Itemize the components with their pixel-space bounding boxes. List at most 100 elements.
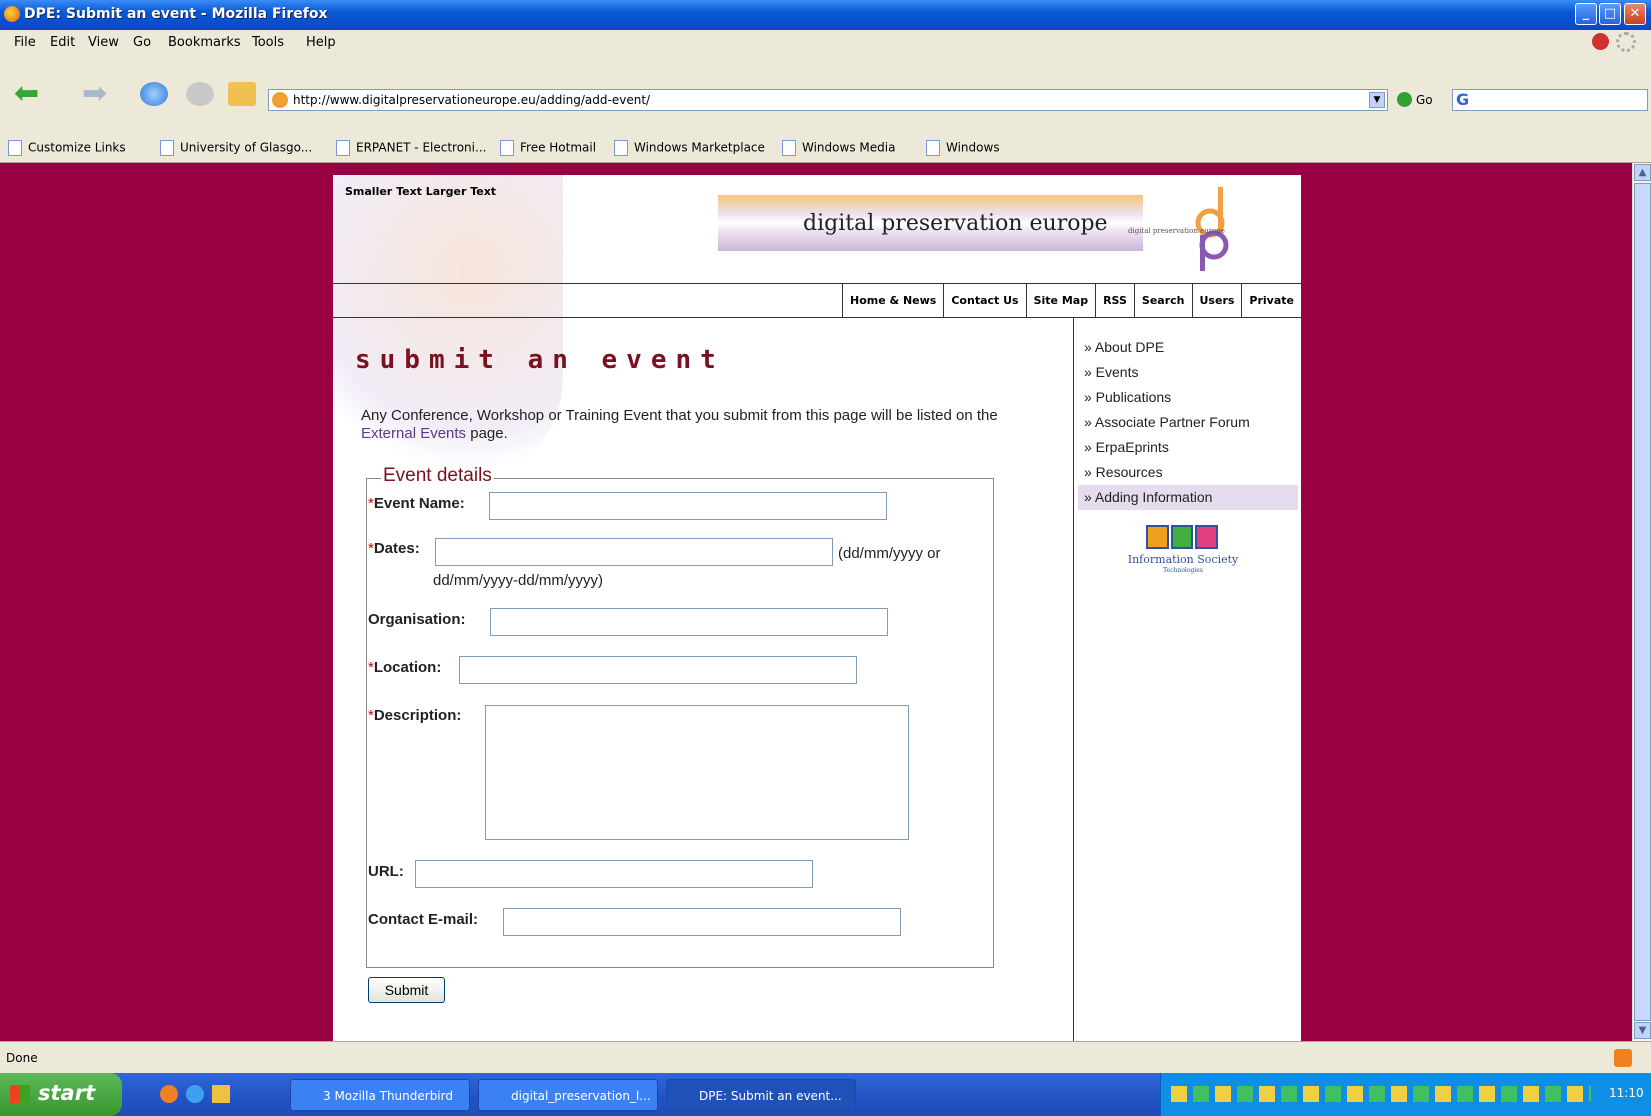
go-icon[interactable] bbox=[1397, 92, 1412, 107]
menu-tools[interactable]: Tools bbox=[252, 35, 284, 50]
page-icon bbox=[160, 140, 174, 156]
nav-users[interactable]: Users bbox=[1191, 284, 1242, 317]
dropdown-icon[interactable]: ▼ bbox=[1369, 92, 1385, 108]
reload-icon[interactable] bbox=[140, 82, 168, 106]
nav-home-news[interactable]: Home & News bbox=[842, 284, 943, 317]
start-button[interactable]: start bbox=[0, 1073, 122, 1116]
home-icon[interactable] bbox=[228, 82, 256, 106]
forward-icon[interactable]: ➡ bbox=[82, 79, 110, 109]
close-button[interactable]: ✕ bbox=[1624, 3, 1646, 25]
menu-go[interactable]: Go bbox=[133, 35, 151, 50]
bookmark-item[interactable]: ERPANET - Electroni... bbox=[336, 140, 486, 156]
bookmark-item[interactable]: Customize Links bbox=[8, 140, 126, 156]
dates-label: *Dates: bbox=[368, 540, 420, 557]
nav-contact-us[interactable]: Contact Us bbox=[943, 284, 1025, 317]
organisation-input[interactable] bbox=[490, 608, 888, 636]
back-icon[interactable]: ⬅ bbox=[14, 79, 42, 109]
url-text[interactable]: http://www.digitalpreservationeurope.eu/… bbox=[293, 93, 650, 107]
page-icon bbox=[614, 140, 628, 156]
menu-edit[interactable]: Edit bbox=[50, 35, 75, 50]
nav-private[interactable]: Private bbox=[1241, 284, 1301, 317]
stop-icon[interactable] bbox=[186, 82, 214, 106]
intro-text: Any Conference, Workshop or Training Eve… bbox=[361, 407, 998, 442]
taskbar-item-thunderbird[interactable]: 3 Mozilla Thunderbird bbox=[290, 1079, 470, 1111]
taskbar: start 3 Mozilla Thunderbird digital_pres… bbox=[0, 1073, 1651, 1116]
quicklaunch-ie-icon[interactable] bbox=[186, 1085, 204, 1103]
ist-icon bbox=[1146, 525, 1219, 549]
tray-icons[interactable] bbox=[1171, 1086, 1591, 1102]
location-input[interactable] bbox=[459, 656, 857, 684]
sidebar-item-events[interactable]: » Events bbox=[1078, 360, 1298, 385]
menu-bookmarks[interactable]: Bookmarks bbox=[168, 35, 241, 50]
url-input[interactable] bbox=[415, 860, 813, 888]
contact-email-input[interactable] bbox=[503, 908, 901, 936]
quicklaunch-outlook-icon[interactable] bbox=[212, 1085, 230, 1103]
bookmark-item[interactable]: University of Glasgo... bbox=[160, 140, 312, 156]
bookmark-item[interactable]: Windows Media bbox=[782, 140, 895, 156]
menu-file[interactable]: File bbox=[14, 35, 36, 50]
window-titlebar[interactable]: DPE: Submit an event - Mozilla Firefox _… bbox=[0, 0, 1651, 30]
window-title: DPE: Submit an event - Mozilla Firefox bbox=[24, 6, 328, 22]
quicklaunch-firefox-icon[interactable] bbox=[160, 1085, 178, 1103]
taskbar-item-word-doc[interactable]: digital_preservation_l... bbox=[478, 1079, 658, 1111]
address-bar[interactable]: http://www.digitalpreservationeurope.eu/… bbox=[268, 89, 1388, 111]
page-icon bbox=[336, 140, 350, 156]
bookmark-item[interactable]: Windows Marketplace bbox=[614, 140, 765, 156]
ist-logo-subtext: Technologies bbox=[1163, 567, 1203, 574]
scroll-thumb[interactable] bbox=[1634, 183, 1651, 1021]
windows-logo-icon bbox=[10, 1085, 30, 1103]
top-nav-bar: Home & News Contact Us Site Map RSS Sear… bbox=[333, 283, 1301, 318]
rss-icon[interactable] bbox=[1614, 1049, 1632, 1067]
sidebar-item-associate-partner-forum[interactable]: » Associate Partner Forum bbox=[1078, 410, 1298, 435]
event-name-label: *Event Name: bbox=[368, 495, 465, 512]
nav-search[interactable]: Search bbox=[1133, 284, 1192, 317]
page-icon bbox=[8, 140, 22, 156]
status-text: Done bbox=[6, 1051, 38, 1065]
go-button[interactable]: Go bbox=[1416, 93, 1433, 107]
scroll-up-icon[interactable]: ▲ bbox=[1634, 164, 1651, 181]
maximize-button[interactable]: □ bbox=[1599, 3, 1621, 25]
bookmark-item[interactable]: Free Hotmail bbox=[500, 140, 596, 156]
nav-site-map[interactable]: Site Map bbox=[1025, 284, 1095, 317]
menu-bar: File Edit View Go Bookmarks Tools Help bbox=[0, 30, 1651, 54]
taskbar-item-firefox[interactable]: DPE: Submit an event... bbox=[666, 1079, 856, 1111]
bookmarks-toolbar: Customize Links University of Glasgo... … bbox=[0, 132, 1651, 163]
external-events-link[interactable]: External Events bbox=[361, 425, 466, 442]
description-label: *Description: bbox=[368, 707, 462, 724]
ist-logo[interactable]: Information Society Technologies bbox=[1118, 525, 1248, 585]
dates-input[interactable] bbox=[435, 538, 833, 566]
tray-clock: 11:10 bbox=[1609, 1086, 1644, 1100]
page-content: Smaller Text Larger Text digital preserv… bbox=[333, 175, 1301, 1041]
sidebar-item-publications[interactable]: » Publications bbox=[1078, 385, 1298, 410]
event-name-input[interactable] bbox=[489, 492, 887, 520]
description-textarea[interactable] bbox=[485, 705, 909, 840]
fieldset-legend: Event details bbox=[381, 465, 494, 487]
page-icon bbox=[500, 140, 514, 156]
menu-help[interactable]: Help bbox=[306, 35, 336, 50]
minimize-button[interactable]: _ bbox=[1575, 3, 1597, 25]
sidebar-nav: » About DPE » Events » Publications » As… bbox=[1078, 335, 1298, 510]
submit-button[interactable]: Submit bbox=[368, 977, 445, 1003]
text-size-links[interactable]: Smaller Text Larger Text bbox=[345, 185, 496, 198]
vertical-scrollbar[interactable]: ▲ ▼ bbox=[1632, 163, 1651, 1041]
sidebar-item-erpaeprints[interactable]: » ErpaEprints bbox=[1078, 435, 1298, 460]
logo-small-text: digital preservation europe bbox=[1128, 227, 1225, 235]
site-logo-text[interactable]: digital preservation europe bbox=[803, 211, 1108, 236]
google-icon: G bbox=[1456, 90, 1470, 109]
dates-hint: (dd/mm/yyyy or bbox=[838, 545, 941, 562]
sidebar-item-adding-information[interactable]: » Adding Information bbox=[1078, 485, 1298, 510]
scroll-down-icon[interactable]: ▼ bbox=[1634, 1022, 1651, 1039]
nav-rss[interactable]: RSS bbox=[1095, 284, 1134, 317]
url-label: URL: bbox=[368, 863, 404, 880]
sidebar-item-about-dpe[interactable]: » About DPE bbox=[1078, 335, 1298, 360]
bookmark-item[interactable]: Windows bbox=[926, 140, 1000, 156]
search-input[interactable]: G bbox=[1452, 89, 1648, 111]
status-bar: Done bbox=[0, 1041, 1651, 1074]
menu-view[interactable]: View bbox=[88, 35, 119, 50]
page-viewport[interactable]: Smaller Text Larger Text digital preserv… bbox=[0, 163, 1632, 1041]
page-icon bbox=[926, 140, 940, 156]
contact-email-label: Contact E-mail: bbox=[368, 911, 479, 928]
sidebar-item-resources[interactable]: » Resources bbox=[1078, 460, 1298, 485]
alert-icon[interactable] bbox=[1592, 33, 1609, 50]
dates-hint-cont: dd/mm/yyyy-dd/mm/yyyy) bbox=[433, 572, 604, 589]
